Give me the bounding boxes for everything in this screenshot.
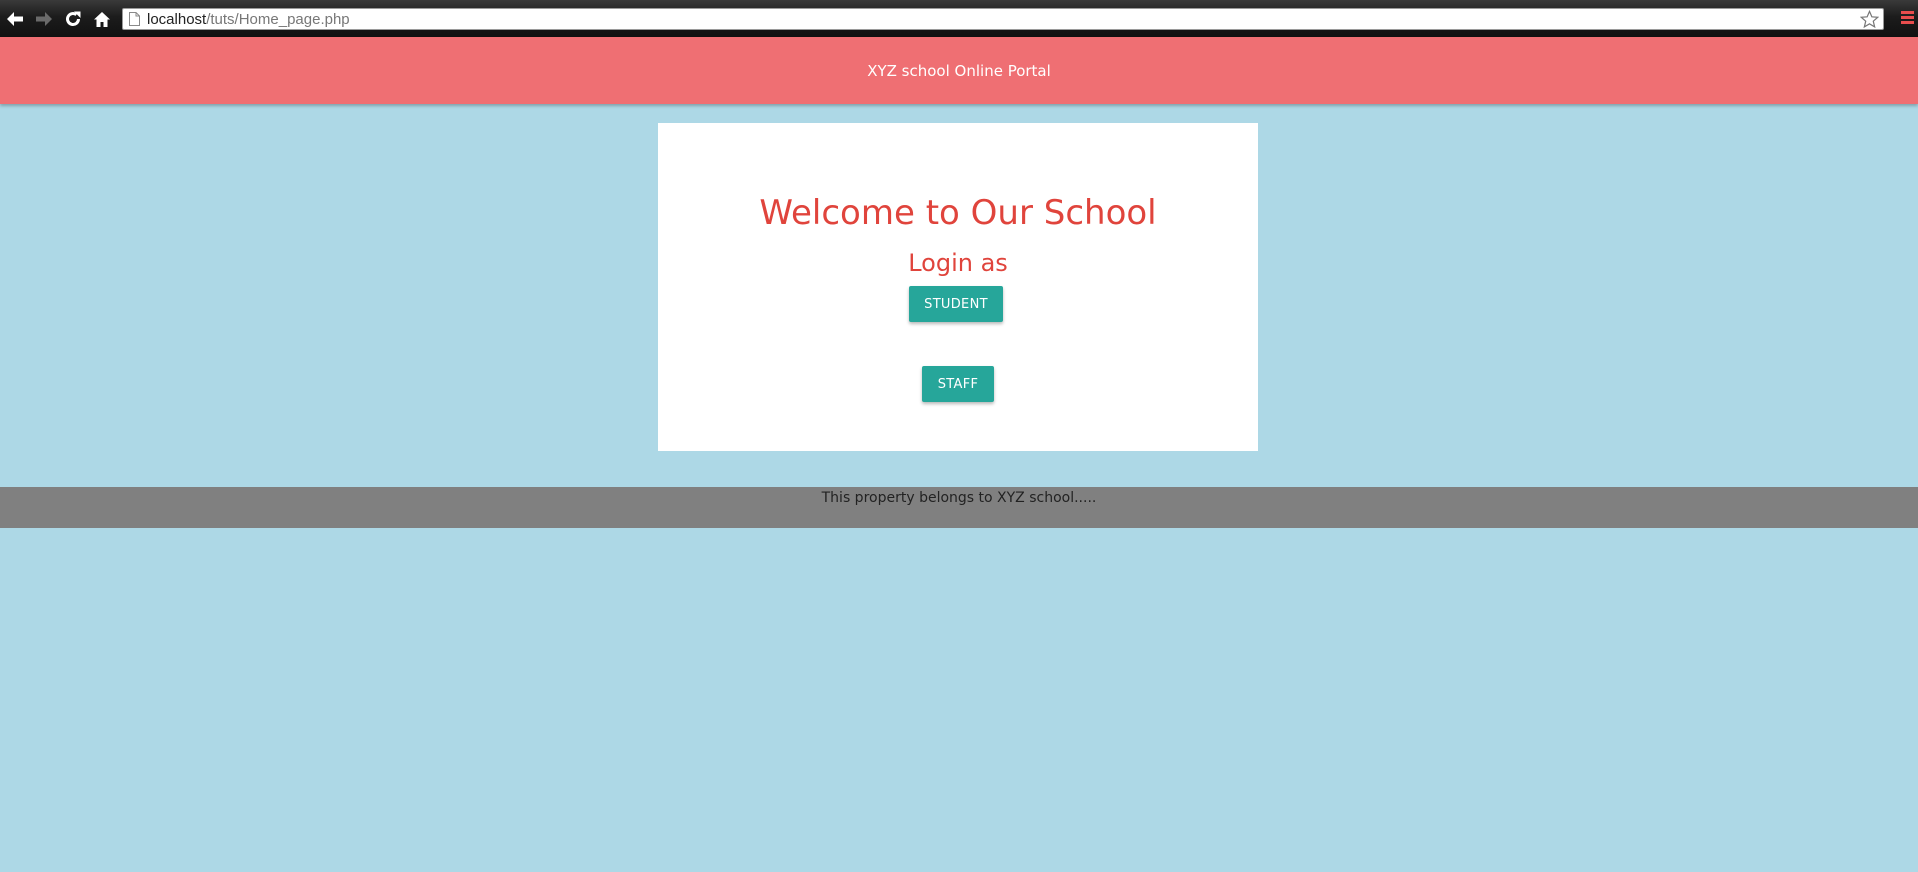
footer-bar: This property belongs to XYZ school..... — [0, 487, 1918, 528]
reload-button[interactable] — [61, 8, 85, 30]
browser-toolbar: localhost/tuts/Home_page.php — [0, 0, 1918, 38]
url-host: localhost — [147, 11, 207, 28]
star-icon[interactable] — [1860, 10, 1879, 29]
url-text: localhost/tuts/Home_page.php — [147, 11, 350, 28]
forward-arrow-icon — [36, 12, 52, 26]
back-button[interactable] — [3, 8, 27, 30]
home-button[interactable] — [90, 8, 114, 30]
address-bar[interactable]: localhost/tuts/Home_page.php — [122, 8, 1884, 30]
student-login-button[interactable]: STUDENT — [909, 286, 1003, 322]
login-as-label: Login as — [908, 249, 1008, 277]
forward-button[interactable] — [32, 8, 56, 30]
reload-icon — [66, 11, 81, 26]
welcome-heading: Welcome to Our School — [759, 193, 1157, 233]
header-bar: XYZ school Online Portal — [0, 37, 1918, 104]
staff-login-button[interactable]: STAFF — [922, 366, 994, 402]
hamburger-menu-icon[interactable] — [1900, 11, 1916, 27]
portal-title: XYZ school Online Portal — [867, 61, 1051, 80]
footer-text: This property belongs to XYZ school..... — [821, 490, 1097, 506]
page-body: XYZ school Online Portal Welcome to Our … — [0, 37, 1918, 872]
url-path: /tuts/Home_page.php — [206, 11, 350, 28]
page-icon — [129, 12, 140, 26]
home-icon — [94, 11, 110, 27]
welcome-card: Welcome to Our School Login as STUDENT S… — [658, 123, 1258, 451]
back-arrow-icon — [7, 12, 23, 26]
